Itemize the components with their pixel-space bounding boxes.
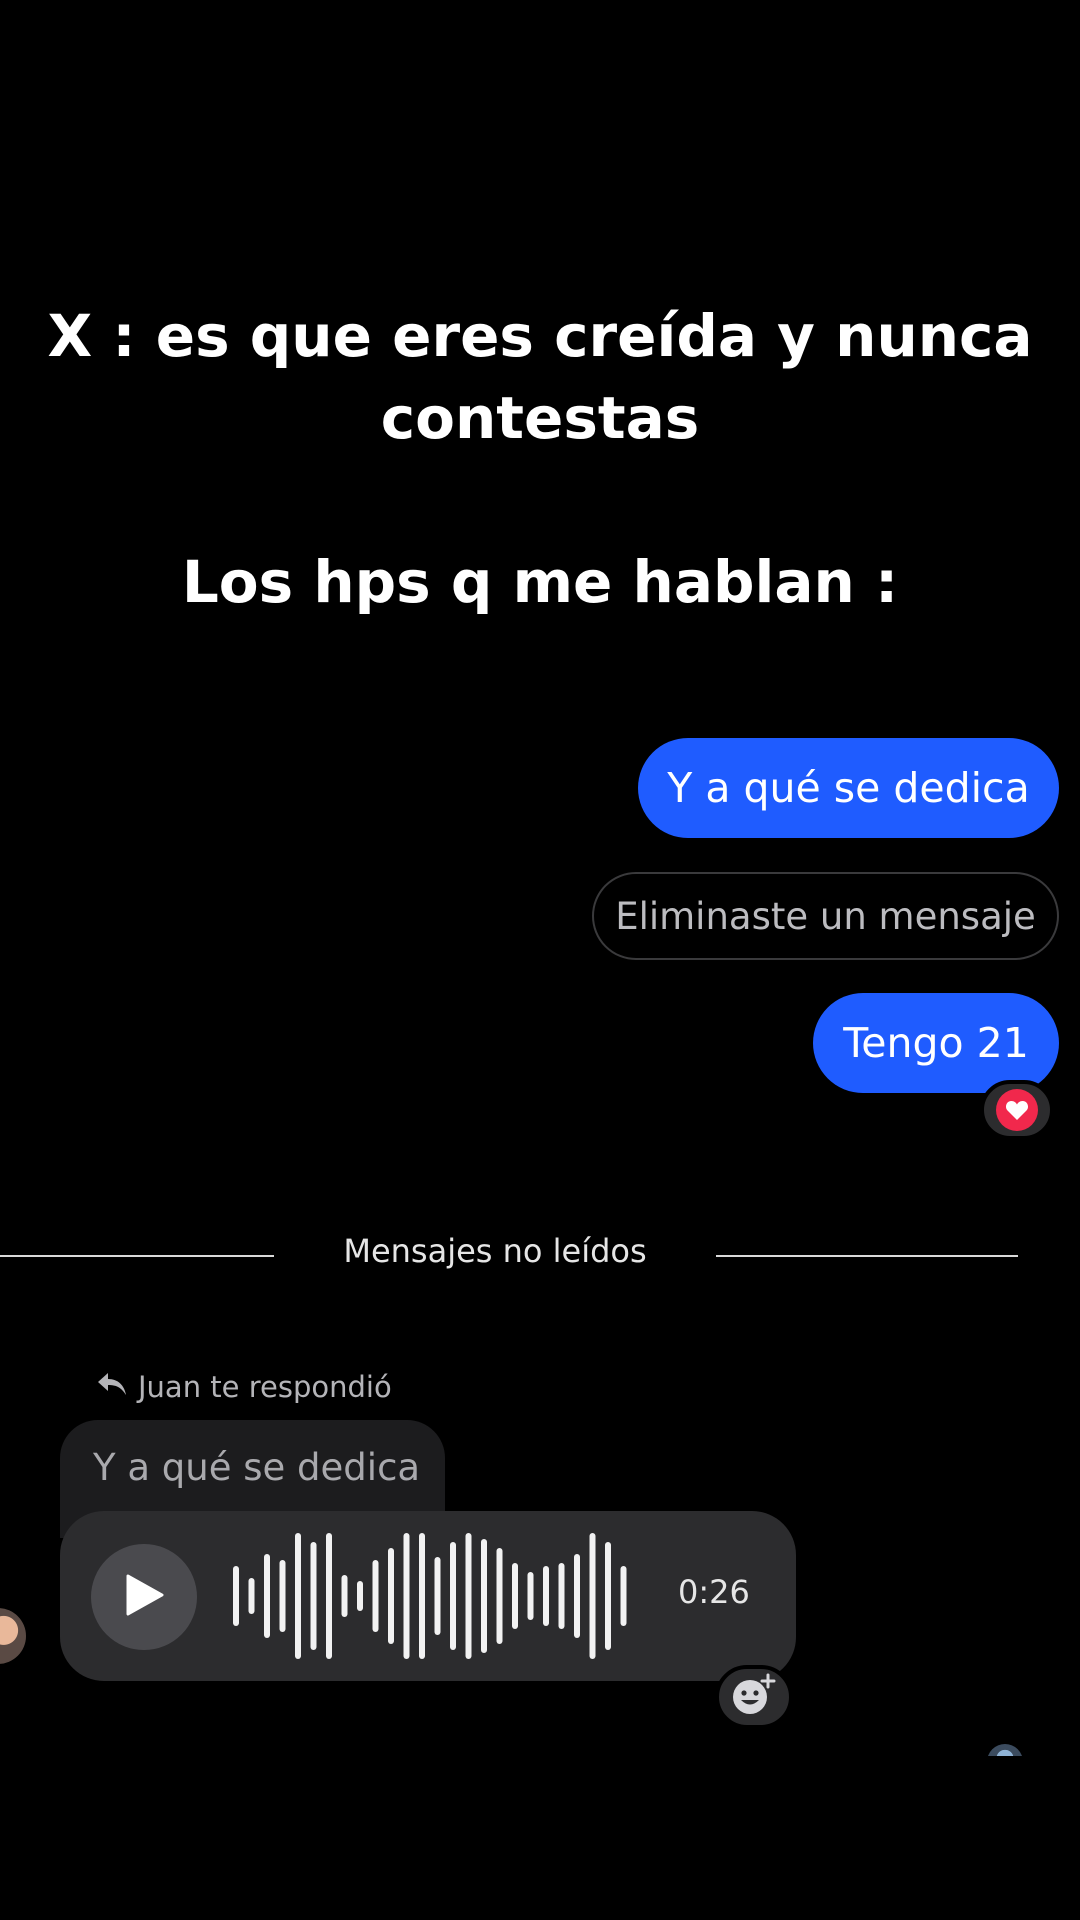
reply-hint-text: Juan te respondió [138, 1370, 392, 1404]
message-reaction[interactable] [980, 1080, 1054, 1140]
voice-message-bubble[interactable]: 0:26 [60, 1511, 796, 1681]
avatar[interactable] [0, 1608, 26, 1664]
waveform[interactable] [228, 1511, 708, 1681]
voice-duration: 0:26 [678, 1573, 750, 1611]
add-emoji-icon [730, 1673, 778, 1721]
unread-messages-separator: Mensajes no leídos [343, 1232, 647, 1270]
play-icon [122, 1573, 166, 1621]
read-receipt-avatar [987, 1744, 1023, 1756]
separator-line [716, 1255, 1018, 1257]
add-reaction-button[interactable] [715, 1665, 793, 1729]
separator-line [0, 1255, 274, 1257]
play-button[interactable] [91, 1544, 197, 1650]
reply-arrow-icon [96, 1370, 128, 1404]
reply-indicator: Juan te respondió [96, 1370, 392, 1404]
deleted-message-notice[interactable]: Eliminaste un mensaje [592, 872, 1059, 960]
caption-line-2: Los hps q me hablan : [181, 548, 899, 616]
outgoing-message-bubble[interactable]: Y a qué se dedica [638, 738, 1059, 838]
caption-line-1: X : es que eres creída y nunca contestas [47, 302, 1033, 452]
heart-icon [996, 1089, 1038, 1131]
outgoing-message-bubble[interactable]: Tengo 21 [813, 993, 1059, 1093]
